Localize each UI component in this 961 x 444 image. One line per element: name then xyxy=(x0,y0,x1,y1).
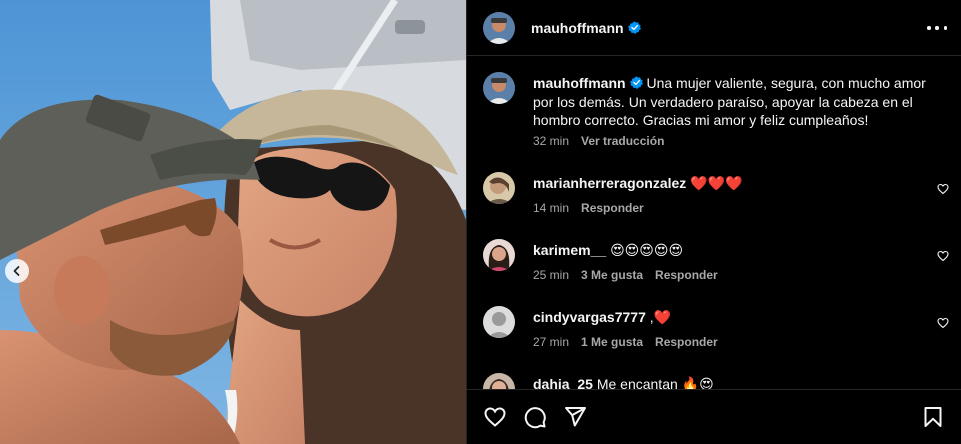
comment-row: karimem__ 😍😍😍😍😍 25 min 3 Me gusta Respon… xyxy=(483,239,949,289)
comment-meta: 25 min 3 Me gusta Responder xyxy=(533,268,718,282)
comment-username[interactable]: cindyvargas7777 xyxy=(533,309,646,325)
comment-text: Me encantan 🔥😍 xyxy=(596,376,714,389)
comment-text: ,❤️ xyxy=(649,309,672,325)
comment-text: 😍😍😍😍😍 xyxy=(610,242,684,258)
commenter-avatar[interactable] xyxy=(483,306,515,338)
comment-body: karimem__ 😍😍😍😍😍 xyxy=(533,241,919,260)
comment-meta: 14 min Responder xyxy=(533,201,644,215)
post-header: mauhoffmann xyxy=(467,0,961,56)
author-avatar[interactable] xyxy=(483,72,515,104)
caption-row: mauhoffmann Una mujer valiente, segura, … xyxy=(483,72,949,152)
comment-icon[interactable] xyxy=(523,405,547,429)
comment-likes-count[interactable]: 3 Me gusta xyxy=(581,268,643,282)
comment-row: cindyvargas7777 ,❤️ 27 min 1 Me gusta Re… xyxy=(483,306,949,356)
comment-reply-button[interactable]: Responder xyxy=(655,268,718,282)
commenter-avatar[interactable] xyxy=(483,239,515,271)
see-translation-button[interactable]: Ver traducción xyxy=(581,134,664,148)
comment-reply-button[interactable]: Responder xyxy=(655,335,718,349)
comment-time: 14 min xyxy=(533,201,570,215)
comment-time: 27 min xyxy=(533,335,570,349)
carousel-prev-button[interactable] xyxy=(5,259,29,283)
post-image xyxy=(0,0,466,444)
more-options-icon[interactable] xyxy=(927,18,947,38)
share-icon[interactable] xyxy=(563,405,587,429)
caption-meta: 32 min Ver traducción xyxy=(533,134,664,148)
comment-body: dahia_25 Me encantan 🔥😍 xyxy=(533,375,919,389)
author-username[interactable]: mauhoffmann xyxy=(531,20,641,36)
author-username-text[interactable]: mauhoffmann xyxy=(531,20,624,36)
commenter-avatar[interactable] xyxy=(483,172,515,204)
caption-time: 32 min xyxy=(533,134,570,148)
commenter-avatar[interactable] xyxy=(483,373,515,389)
comment-row: dahia_25 Me encantan 🔥😍 xyxy=(483,373,949,389)
verified-badge-icon xyxy=(627,20,641,34)
comment-row: marianherreragonzalez ❤️❤️❤️ 14 min Resp… xyxy=(483,172,949,222)
post-side-panel: mauhoffmann mauhoffmann Una mujer valien… xyxy=(466,0,961,444)
comment-username[interactable]: karimem__ xyxy=(533,242,606,258)
bookmark-icon[interactable] xyxy=(921,405,945,429)
comment-text: ❤️❤️❤️ xyxy=(690,175,743,191)
comment-body: marianherreragonzalez ❤️❤️❤️ xyxy=(533,174,919,193)
comment-time: 25 min xyxy=(533,268,570,282)
post-actions-bar xyxy=(467,389,961,444)
comment-username[interactable]: marianherreragonzalez xyxy=(533,175,686,191)
comment-username[interactable]: dahia_25 xyxy=(533,376,593,389)
comment-like-heart-icon[interactable] xyxy=(937,250,949,262)
comments-list: mauhoffmann Una mujer valiente, segura, … xyxy=(467,56,961,389)
heart-icon[interactable] xyxy=(483,405,507,429)
caption-body: mauhoffmann Una mujer valiente, segura, … xyxy=(533,74,949,130)
comment-body: cindyvargas7777 ,❤️ xyxy=(533,308,919,327)
comment-reply-button[interactable]: Responder xyxy=(581,201,644,215)
comment-meta: 27 min 1 Me gusta Responder xyxy=(533,335,718,349)
comment-like-heart-icon[interactable] xyxy=(937,183,949,195)
post-photo[interactable] xyxy=(0,0,466,444)
author-avatar[interactable] xyxy=(483,11,515,44)
verified-badge-icon xyxy=(629,76,643,89)
chevron-left-icon xyxy=(13,266,20,276)
caption-username[interactable]: mauhoffmann xyxy=(533,75,626,91)
comment-likes-count[interactable]: 1 Me gusta xyxy=(581,335,643,349)
comment-like-heart-icon[interactable] xyxy=(937,317,949,329)
